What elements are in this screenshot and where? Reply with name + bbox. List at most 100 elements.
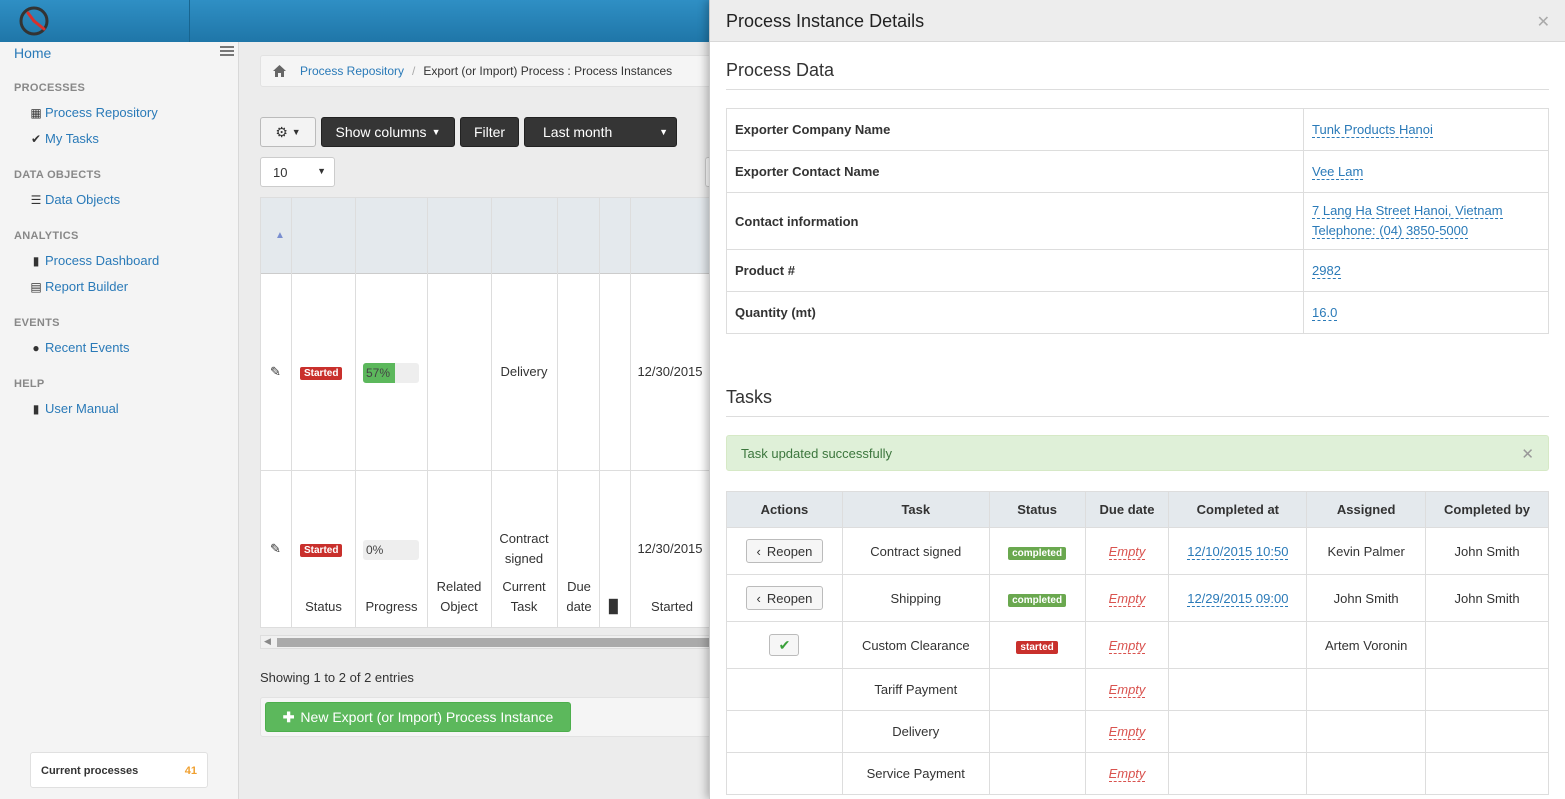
logo-icon[interactable] xyxy=(18,5,50,37)
period-select[interactable]: Last month ▼ xyxy=(524,117,677,147)
column-header-status: Status xyxy=(988,491,1086,528)
close-icon[interactable]: ✕ xyxy=(1537,12,1550,32)
column-header-started[interactable]: Started xyxy=(633,597,711,617)
field-value[interactable]: Vee Lam xyxy=(1312,164,1364,180)
field-value[interactable]: Tunk Products Hanoi xyxy=(1312,122,1433,138)
completed-at-value[interactable]: 12/29/2015 09:00 xyxy=(1187,590,1289,607)
sidebar-item-recent-events[interactable]: ● Recent Events xyxy=(30,340,130,355)
sidebar-item-user-manual[interactable]: ▮ User Manual xyxy=(30,401,119,416)
sidebar-item-label: Data Objects xyxy=(45,192,121,207)
completed-by-cell xyxy=(1425,621,1549,669)
plus-icon: ✚ xyxy=(282,708,295,725)
status-badge: Started xyxy=(300,544,343,557)
panel-title: Process Instance Details xyxy=(726,11,925,31)
table-row: Tariff Payment Empty xyxy=(726,668,1549,711)
field-value-line2[interactable]: Telephone: (04) 3850-5000 xyxy=(1312,223,1469,239)
due-date-cell: Empty xyxy=(1084,621,1170,669)
table-row: Delivery Empty xyxy=(726,710,1549,753)
task-cell: Delivery xyxy=(841,710,990,753)
field-label: Exporter Contact Name xyxy=(726,150,1304,193)
column-header-actions: Actions xyxy=(726,491,843,528)
complete-task-button[interactable]: ✔ xyxy=(769,634,800,656)
progress-text: 57% xyxy=(366,366,391,380)
column-header-task: Task xyxy=(841,491,990,528)
task-cell: Contract signed xyxy=(841,527,990,575)
breadcrumb-separator: / xyxy=(412,64,416,78)
new-process-instance-button[interactable]: ✚ New Export (or Import) Process Instanc… xyxy=(265,702,571,732)
due-date-value[interactable]: Empty xyxy=(1108,543,1146,560)
show-columns-button[interactable]: Show columns ▼ xyxy=(321,117,455,147)
actions-cell: ‹ Reopen xyxy=(726,574,843,622)
sidebar-heading-analytics: ANALYTICS xyxy=(14,230,79,242)
completed-at-cell xyxy=(1168,752,1308,795)
current-processes-widget[interactable]: Current processes 41 xyxy=(30,752,208,788)
sort-asc-icon[interactable]: ▲ xyxy=(275,226,285,246)
globe-icon: ● xyxy=(32,340,40,355)
completed-at-value[interactable]: 12/10/2015 10:50 xyxy=(1187,543,1289,560)
assigned-cell: John Smith xyxy=(1306,574,1427,622)
settings-dropdown-button[interactable]: ⚙ ▼ xyxy=(260,117,316,147)
assigned-cell: Artem Voronin xyxy=(1306,621,1427,669)
breadcrumb: Process Repository / Export (or Import) … xyxy=(260,55,720,87)
sidebar-toggle-icon[interactable] xyxy=(220,46,234,56)
edit-icon[interactable]: ✎ xyxy=(270,539,281,559)
show-columns-label: Show columns xyxy=(335,124,427,140)
due-date-value[interactable]: Empty xyxy=(1108,724,1146,740)
sidebar-heading-data-objects: DATA OBJECTS xyxy=(14,169,102,181)
column-divider xyxy=(427,198,428,627)
process-instance-details-panel: Process Instance Details ✕ Process Data … xyxy=(709,0,1565,799)
due-date-value[interactable]: Empty xyxy=(1108,766,1146,782)
field-row: Contact information 7 Lang Ha Street Han… xyxy=(726,192,1549,250)
success-alert: Task updated successfully ✕ xyxy=(726,435,1549,471)
reopen-button[interactable]: ‹ Reopen xyxy=(745,539,824,563)
column-header-status[interactable]: Status xyxy=(292,597,355,617)
column-divider xyxy=(557,198,558,627)
table-row: ‹ Reopen Shipping completed Empty 12/29/2… xyxy=(726,574,1549,622)
horizontal-scrollbar[interactable]: ◀ xyxy=(260,635,711,649)
sidebar-item-home[interactable]: Home xyxy=(14,45,51,61)
field-value[interactable]: 7 Lang Ha Street Hanoi, Vietnam xyxy=(1312,203,1503,219)
field-value-cell: Tunk Products Hanoi xyxy=(1303,108,1549,151)
field-label: Product # xyxy=(726,249,1304,292)
column-header-progress[interactable]: Progress xyxy=(356,597,427,617)
sidebar-item-report-builder[interactable]: ▤ Report Builder xyxy=(30,279,128,294)
field-value[interactable]: 16.0 xyxy=(1312,305,1338,321)
status-cell xyxy=(988,668,1086,711)
due-date-value[interactable]: Empty xyxy=(1108,682,1146,698)
field-row: Product # 2982 xyxy=(726,249,1549,292)
status-badge: started xyxy=(1016,640,1058,654)
scrollbar-thumb[interactable] xyxy=(277,638,711,647)
status-cell: completed xyxy=(988,574,1086,622)
entries-info: Showing 1 to 2 of 2 entries xyxy=(260,670,414,685)
breadcrumb-link-process-repository[interactable]: Process Repository xyxy=(300,64,404,78)
due-date-cell: Empty xyxy=(1084,710,1170,753)
process-instances-table: ▲ Status Progress Related Object Current… xyxy=(260,197,711,628)
sidebar-item-process-dashboard[interactable]: ▮ Process Dashboard xyxy=(30,253,159,268)
logo-area xyxy=(0,0,190,42)
task-cell: Custom Clearance xyxy=(841,621,990,669)
sidebar-item-process-repository[interactable]: ▦ Process Repository xyxy=(30,105,157,120)
list-icon: ☰ xyxy=(30,192,42,207)
scroll-left-icon[interactable]: ◀ xyxy=(264,636,271,647)
status-cell: started xyxy=(988,621,1086,669)
reopen-button[interactable]: ‹ Reopen xyxy=(745,586,824,610)
sidebar-item-data-objects[interactable]: ☰ Data Objects xyxy=(30,192,121,207)
column-header-current-task[interactable]: Current Task xyxy=(495,577,553,617)
column-divider xyxy=(630,198,631,627)
due-date-value[interactable]: Empty xyxy=(1108,590,1146,607)
sidebar-item-label: Recent Events xyxy=(45,340,130,355)
status-badge: completed xyxy=(1008,593,1067,607)
sidebar-item-my-tasks[interactable]: ✔ My Tasks xyxy=(30,131,99,146)
page-size-select[interactable]: 10 ▼ xyxy=(260,157,335,187)
home-icon[interactable] xyxy=(273,65,286,77)
filter-button[interactable]: Filter xyxy=(460,117,519,147)
status-badge: completed xyxy=(1008,546,1067,560)
edit-icon[interactable]: ✎ xyxy=(270,362,281,382)
field-value[interactable]: 2982 xyxy=(1312,263,1341,279)
close-icon[interactable]: ✕ xyxy=(1521,445,1534,463)
current-processes-label: Current processes xyxy=(41,765,139,777)
column-header-due-date[interactable]: Due date xyxy=(561,577,597,617)
completed-by-cell: John Smith xyxy=(1425,574,1549,622)
due-date-value[interactable]: Empty xyxy=(1108,637,1146,654)
column-header-related-object[interactable]: Related Object xyxy=(431,577,487,617)
